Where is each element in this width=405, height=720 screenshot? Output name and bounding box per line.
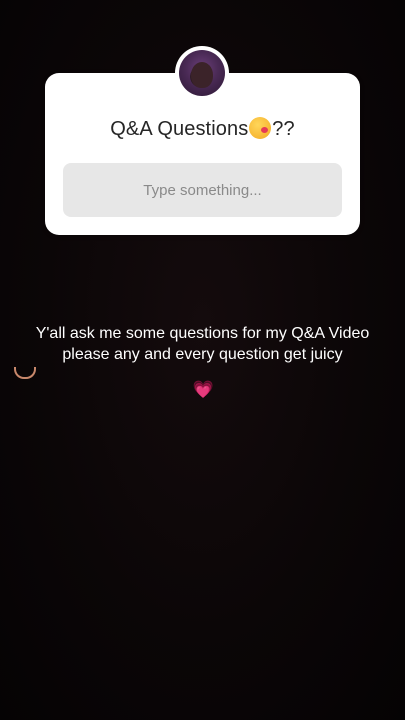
sticker-title: Q&A Questions?? [45,117,360,141]
avatar [175,46,229,100]
story-caption: Y'all ask me some questions for my Q&A V… [10,323,395,400]
profile-picture [179,50,225,96]
answer-placeholder: Type something... [143,181,262,199]
sticker-title-suffix: ?? [272,118,295,140]
pink-heart-icon: 💗 [192,380,215,399]
caption-line-2-wrap: please any and every question get juicy 💗 [10,344,395,400]
sticker-title-text: Q&A Questions [110,118,249,140]
caption-line-2: please any and every question get juicy [62,346,343,363]
kissing-face-icon [249,117,272,139]
answer-input[interactable]: Type something... [63,163,342,217]
story-canvas: Q&A Questions?? Type something... Y'all … [0,0,405,720]
caption-line-1: Y'all ask me some questions for my Q&A V… [35,325,370,342]
heart-hands-icon [13,365,36,379]
